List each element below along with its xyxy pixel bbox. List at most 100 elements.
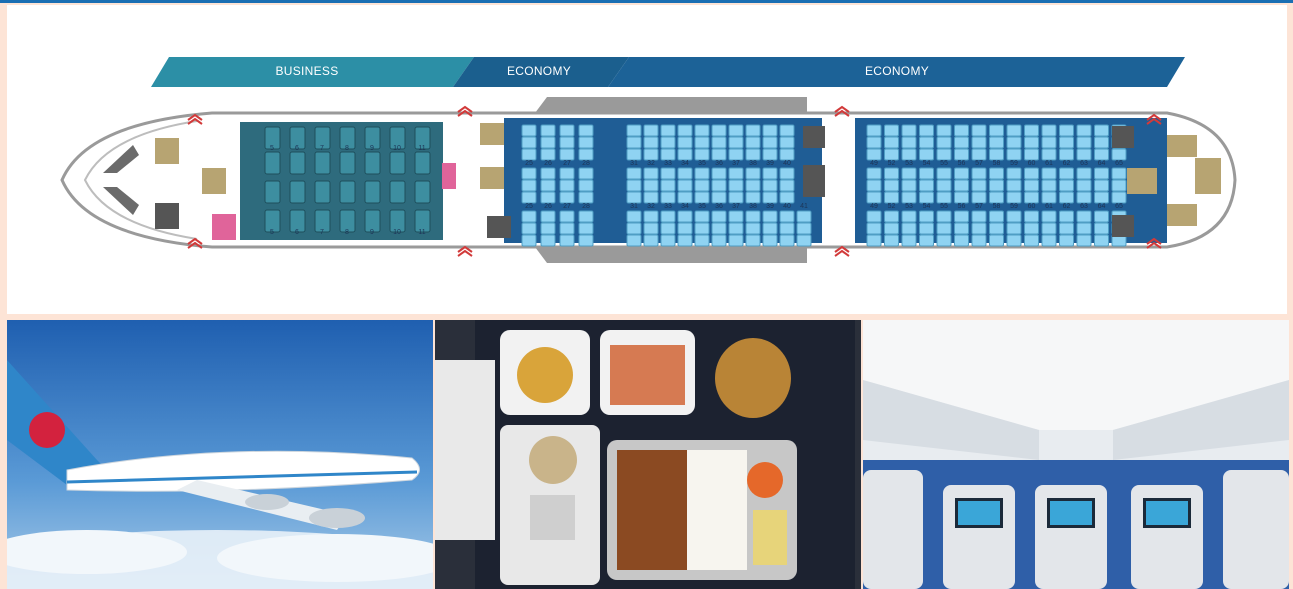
economy-seat[interactable]: [728, 191, 744, 204]
economy-seat[interactable]: [936, 136, 952, 149]
economy-seat[interactable]: [728, 124, 744, 137]
economy-seat[interactable]: [779, 167, 795, 180]
economy-seat[interactable]: [796, 234, 812, 247]
economy-seat[interactable]: [866, 179, 882, 192]
economy-seat[interactable]: [971, 167, 987, 180]
economy-seat[interactable]: [643, 124, 659, 137]
economy-seat[interactable]: [919, 191, 934, 204]
economy-seat[interactable]: [1006, 210, 1022, 223]
economy-seat[interactable]: [745, 179, 761, 192]
economy-seat[interactable]: [919, 148, 934, 161]
economy-seat[interactable]: [643, 222, 659, 235]
economy-seat[interactable]: [660, 167, 676, 180]
economy-seat[interactable]: [711, 167, 727, 180]
economy-seat[interactable]: [677, 191, 693, 204]
economy-seat[interactable]: [762, 148, 778, 161]
economy-seat[interactable]: [989, 179, 1004, 192]
economy-seat[interactable]: [936, 167, 952, 180]
economy-seat[interactable]: [578, 210, 594, 223]
economy-seat[interactable]: [1024, 124, 1039, 137]
economy-seat[interactable]: [1059, 136, 1074, 149]
economy-seat[interactable]: [677, 148, 693, 161]
economy-seat[interactable]: [796, 210, 812, 223]
economy-seat[interactable]: [745, 191, 761, 204]
economy-seat[interactable]: [1006, 124, 1022, 137]
economy-seat[interactable]: [1076, 210, 1092, 223]
economy-seat[interactable]: [711, 136, 727, 149]
economy-seat[interactable]: [521, 179, 537, 192]
economy-seat[interactable]: [884, 222, 899, 235]
economy-seat[interactable]: [521, 210, 537, 223]
economy-seat[interactable]: [728, 222, 744, 235]
economy-seat[interactable]: [954, 191, 969, 204]
economy-seat[interactable]: [1094, 210, 1109, 223]
economy-seat[interactable]: [521, 136, 537, 149]
business-seat[interactable]: [414, 180, 431, 204]
economy-seat[interactable]: [1111, 148, 1127, 161]
economy-seat[interactable]: [559, 191, 575, 204]
economy-seat[interactable]: [711, 191, 727, 204]
economy-seat[interactable]: [540, 136, 556, 149]
economy-seat[interactable]: [728, 234, 744, 247]
economy-seat[interactable]: [936, 179, 952, 192]
economy-seat[interactable]: [711, 148, 727, 161]
economy-seat[interactable]: [578, 191, 594, 204]
economy-seat[interactable]: [936, 124, 952, 137]
economy-seat[interactable]: [762, 234, 778, 247]
economy-seat[interactable]: [1006, 222, 1022, 235]
business-seat[interactable]: [364, 180, 381, 204]
economy-seat[interactable]: [1041, 124, 1057, 137]
economy-seat[interactable]: [971, 136, 987, 149]
economy-seat[interactable]: [677, 210, 693, 223]
economy-seat[interactable]: [989, 124, 1004, 137]
economy-seat[interactable]: [779, 210, 795, 223]
economy-seat[interactable]: [1094, 234, 1109, 247]
economy-seat[interactable]: [971, 234, 987, 247]
economy-seat[interactable]: [1094, 124, 1109, 137]
economy-seat[interactable]: [884, 136, 899, 149]
economy-seat[interactable]: [643, 191, 659, 204]
economy-seat[interactable]: [989, 136, 1004, 149]
economy-seat[interactable]: [1111, 179, 1127, 192]
economy-seat[interactable]: [779, 136, 795, 149]
economy-seat[interactable]: [694, 210, 710, 223]
economy-seat[interactable]: [884, 179, 899, 192]
economy-seat[interactable]: [1024, 210, 1039, 223]
economy-seat[interactable]: [1094, 136, 1109, 149]
business-seat[interactable]: [389, 180, 406, 204]
economy-seat[interactable]: [540, 148, 556, 161]
economy-seat[interactable]: [1094, 167, 1109, 180]
economy-seat[interactable]: [745, 234, 761, 247]
economy-seat[interactable]: [578, 167, 594, 180]
economy-seat[interactable]: [884, 148, 899, 161]
economy-seat[interactable]: [626, 167, 642, 180]
economy-seat[interactable]: [728, 167, 744, 180]
economy-seat[interactable]: [677, 222, 693, 235]
economy-seat[interactable]: [971, 191, 987, 204]
economy-seat[interactable]: [745, 210, 761, 223]
economy-seat[interactable]: [919, 167, 934, 180]
economy-seat[interactable]: [660, 179, 676, 192]
business-seat[interactable]: [289, 180, 306, 204]
economy-seat[interactable]: [1076, 136, 1092, 149]
economy-seat[interactable]: [540, 210, 556, 223]
economy-seat[interactable]: [936, 191, 952, 204]
economy-seat[interactable]: [694, 124, 710, 137]
economy-seat[interactable]: [660, 222, 676, 235]
economy-seat[interactable]: [954, 124, 969, 137]
economy-seat[interactable]: [936, 234, 952, 247]
economy-seat[interactable]: [660, 210, 676, 223]
economy-seat[interactable]: [559, 136, 575, 149]
economy-seat[interactable]: [989, 148, 1004, 161]
economy-seat[interactable]: [954, 234, 969, 247]
economy-seat[interactable]: [1006, 167, 1022, 180]
economy-seat[interactable]: [762, 167, 778, 180]
economy-seat[interactable]: [954, 210, 969, 223]
economy-seat[interactable]: [521, 222, 537, 235]
economy-seat[interactable]: [866, 167, 882, 180]
economy-seat[interactable]: [521, 191, 537, 204]
economy-seat[interactable]: [626, 210, 642, 223]
economy-seat[interactable]: [578, 222, 594, 235]
economy-seat[interactable]: [578, 179, 594, 192]
economy-seat[interactable]: [1094, 222, 1109, 235]
